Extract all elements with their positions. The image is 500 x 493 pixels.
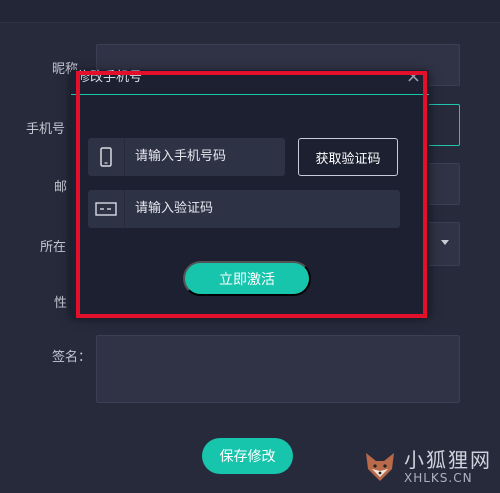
dialog-title: 修改手机号 <box>77 70 143 85</box>
email-label: 邮 <box>54 180 68 195</box>
watermark-title: 小狐狸网 <box>404 448 492 472</box>
mobile-phone-icon <box>88 138 124 176</box>
code-placeholder: 请输入验证码 <box>135 201 214 216</box>
fox-logo-icon <box>366 453 394 481</box>
change-phone-dialog: 修改手机号 × 请输入手机号码 获取验证码 请输入验证码 立即激活 <box>71 68 429 316</box>
save-button[interactable]: 保存修改 <box>202 438 293 474</box>
phone-label: 手机号 <box>26 122 66 137</box>
location-label: 所在 <box>40 240 67 255</box>
phone-placeholder: 请输入手机号码 <box>135 149 227 164</box>
input-icon-divider <box>124 190 125 228</box>
get-code-button[interactable]: 获取验证码 <box>298 138 398 176</box>
input-icon-divider <box>124 138 125 176</box>
chevron-down-icon <box>441 240 449 245</box>
watermark: 小狐狸网 XHLKS.CN <box>360 447 492 487</box>
close-icon[interactable]: × <box>406 68 421 86</box>
signature-label: 签名： <box>52 350 92 365</box>
top-bar <box>0 0 500 23</box>
activate-button[interactable]: 立即激活 <box>183 261 311 296</box>
gender-label: 性 <box>54 296 68 311</box>
verification-code-input[interactable]: 请输入验证码 <box>88 190 400 228</box>
watermark-url: XHLKS.CN <box>404 471 473 485</box>
dialog-title-divider <box>71 94 429 95</box>
phone-number-input[interactable]: 请输入手机号码 <box>88 138 285 176</box>
signature-field[interactable] <box>96 335 460 403</box>
verification-code-icon <box>88 190 124 228</box>
